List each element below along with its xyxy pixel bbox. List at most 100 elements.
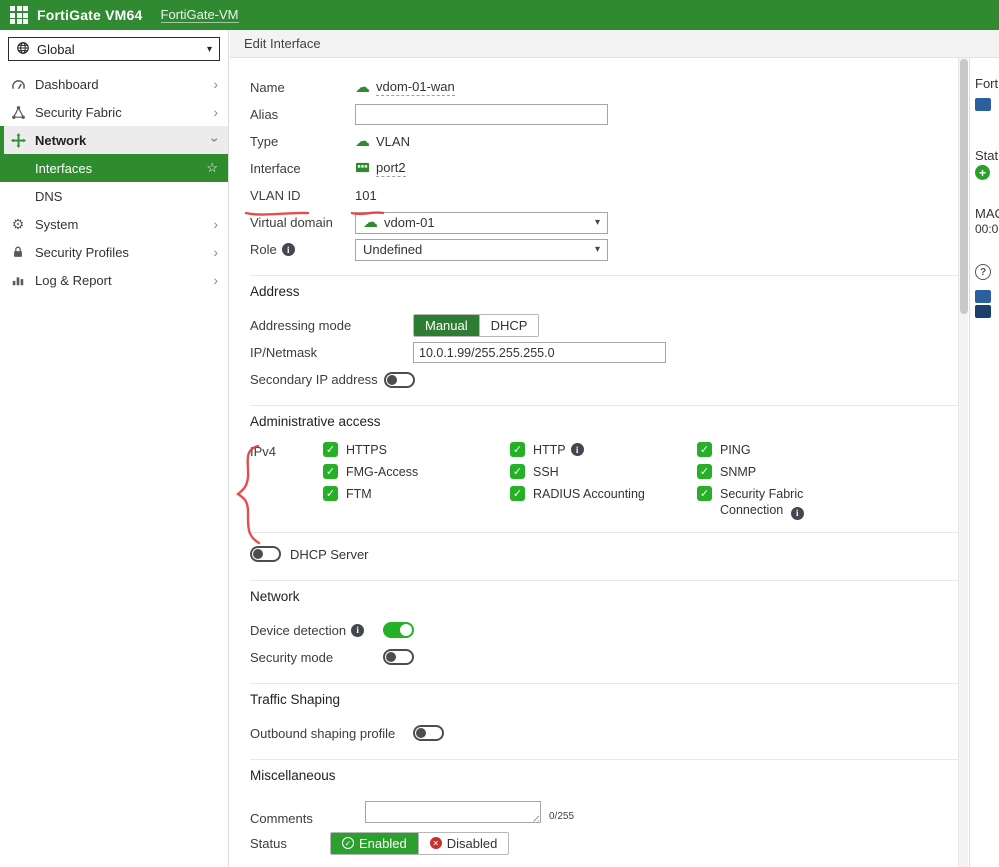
- admin-access-option-ftm[interactable]: ✓ FTM: [323, 486, 510, 502]
- interface-label: Interface: [250, 161, 355, 176]
- comments-counter: 0/255: [549, 811, 574, 826]
- vlan-id-row: VLAN ID 101: [250, 182, 958, 209]
- device-detection-toggle[interactable]: [383, 622, 414, 638]
- comments-label: Comments: [250, 811, 365, 826]
- name-label: Name: [250, 80, 355, 95]
- chevron-right-icon: ›: [213, 105, 218, 119]
- admin-access-option-ssh[interactable]: ✓ SSH: [510, 464, 697, 480]
- name-value[interactable]: vdom-01-wan: [376, 79, 455, 96]
- sidebar-item-interfaces[interactable]: Interfaces ☆: [0, 154, 228, 182]
- globe-icon: [16, 41, 30, 58]
- vlan-id-label: VLAN ID: [250, 188, 355, 203]
- ip-netmask-label: IP/Netmask: [250, 345, 413, 360]
- sidebar-item-dashboard[interactable]: Dashboard ›: [0, 70, 228, 98]
- option-label: FTM: [346, 486, 372, 502]
- ipv4-label: IPv4: [250, 442, 323, 520]
- admin-access-section: Administrative access IPv4 ✓ HTTPS ✓ HTT…: [250, 405, 958, 520]
- admin-access-option-snmp[interactable]: ✓ SNMP: [697, 464, 907, 480]
- admin-access-grid: ✓ HTTPS ✓ HTTP i ✓ PING ✓ FMG-Access: [323, 442, 907, 520]
- gear-icon: ⚙: [10, 217, 26, 231]
- address-section: Address Addressing mode Manual DHCP IP/N…: [250, 275, 958, 393]
- vdom-selector-label: Global: [37, 42, 75, 57]
- favorite-star-icon[interactable]: ☆: [206, 160, 218, 176]
- type-label: Type: [250, 134, 355, 149]
- status-segmented: ✓ Enabled ✕ Disabled: [330, 832, 509, 855]
- device-hostname-link[interactable]: FortiGate-VM: [161, 7, 239, 23]
- admin-access-option-security-fabric-connection[interactable]: ✓ Security Fabric Connection i: [697, 486, 907, 520]
- virtual-domain-label: Virtual domain: [250, 215, 355, 230]
- sidebar-item-log-report[interactable]: Log & Report ›: [0, 266, 228, 294]
- secondary-ip-label: Secondary IP address: [250, 372, 384, 387]
- chevron-right-icon: ›: [213, 217, 218, 231]
- fortinet-logo-icon: [10, 6, 28, 24]
- option-label: SNMP: [720, 464, 756, 480]
- alias-row: Alias: [250, 101, 958, 128]
- sidebar-item-security-profiles[interactable]: Security Profiles ›: [0, 238, 228, 266]
- vlan-id-value[interactable]: 101: [355, 188, 377, 203]
- checkbox-checked-icon[interactable]: ✓: [697, 464, 712, 479]
- option-label: RADIUS Accounting: [533, 486, 645, 502]
- fortitelemetry-icon: [975, 98, 991, 111]
- top-bar: FortiGate VM64 FortiGate-VM: [0, 0, 999, 30]
- role-select[interactable]: Undefined ▾: [355, 239, 608, 261]
- admin-access-option-fmg-access[interactable]: ✓ FMG-Access: [323, 464, 510, 480]
- secondary-ip-row: Secondary IP address: [250, 366, 958, 393]
- admin-access-option-http[interactable]: ✓ HTTP i: [510, 442, 697, 458]
- checkbox-checked-icon[interactable]: ✓: [323, 486, 338, 501]
- info-icon[interactable]: i: [571, 443, 584, 456]
- chevron-right-icon: ›: [213, 245, 218, 259]
- sidebar-item-label: Network: [35, 133, 86, 148]
- admin-access-option-ping[interactable]: ✓ PING: [697, 442, 907, 458]
- option-label: HTTPS: [346, 442, 387, 458]
- admin-access-option-radius-accounting[interactable]: ✓ RADIUS Accounting: [510, 486, 697, 502]
- checkbox-checked-icon[interactable]: ✓: [697, 442, 712, 457]
- sidebar-item-label: Security Fabric: [35, 105, 122, 120]
- checkbox-checked-icon[interactable]: ✓: [323, 442, 338, 457]
- info-icon[interactable]: i: [351, 624, 364, 637]
- addressing-mode-segmented: Manual DHCP: [413, 314, 539, 337]
- virtual-domain-select[interactable]: ☁ vdom-01 ▾: [355, 212, 608, 234]
- addressing-mode-manual-button[interactable]: Manual: [414, 315, 479, 336]
- addressing-mode-dhcp-button[interactable]: DHCP: [479, 315, 539, 336]
- vlan-cloud-icon: ☁: [355, 80, 370, 95]
- vdom-selector[interactable]: Global ▾: [8, 37, 220, 61]
- sidebar-item-label: Security Profiles: [35, 245, 129, 260]
- option-label: FMG-Access: [346, 464, 418, 480]
- security-fabric-icon: [10, 105, 26, 120]
- sidebar-item-security-fabric[interactable]: Security Fabric ›: [0, 98, 228, 126]
- status-label: Status: [250, 836, 330, 851]
- checkbox-checked-icon[interactable]: ✓: [697, 486, 712, 501]
- vertical-scrollbar[interactable]: [958, 58, 968, 867]
- status-enabled-button[interactable]: ✓ Enabled: [331, 833, 418, 854]
- interface-value[interactable]: port2: [376, 160, 406, 177]
- dhcp-server-toggle[interactable]: [250, 546, 281, 562]
- checkbox-checked-icon[interactable]: ✓: [323, 464, 338, 479]
- sidebar-item-dns[interactable]: DNS: [0, 182, 228, 210]
- port-icon: [355, 161, 370, 177]
- admin-access-option-https[interactable]: ✓ HTTPS: [323, 442, 510, 458]
- virtual-domain-row: Virtual domain ☁ vdom-01 ▾: [250, 209, 958, 236]
- outbound-shaping-toggle[interactable]: [413, 725, 444, 741]
- info-icon[interactable]: i: [282, 243, 295, 256]
- scrollbar-thumb[interactable]: [960, 59, 968, 314]
- role-row: Role i Undefined ▾: [250, 236, 958, 263]
- checkbox-checked-icon[interactable]: ✓: [510, 442, 525, 457]
- addressing-mode-row: Addressing mode Manual DHCP: [250, 312, 958, 339]
- sidebar-item-network[interactable]: Network ›: [0, 126, 228, 154]
- alias-input[interactable]: [355, 104, 608, 125]
- product-title: FortiGate VM64: [37, 7, 143, 23]
- security-mode-toggle[interactable]: [383, 649, 414, 665]
- sidebar-item-label: Log & Report: [35, 273, 112, 288]
- dhcp-server-row: DHCP Server: [250, 541, 958, 568]
- checkbox-checked-icon[interactable]: ✓: [510, 486, 525, 501]
- secondary-ip-toggle[interactable]: [384, 372, 415, 388]
- ip-netmask-input[interactable]: [413, 342, 666, 363]
- alias-label: Alias: [250, 107, 355, 122]
- checkbox-checked-icon[interactable]: ✓: [510, 464, 525, 479]
- sidebar-item-system[interactable]: ⚙ System ›: [0, 210, 228, 238]
- status-disabled-button[interactable]: ✕ Disabled: [418, 833, 509, 854]
- comments-textarea[interactable]: [365, 801, 541, 823]
- right-panel-mac-value: 00:0: [975, 222, 998, 236]
- info-icon[interactable]: i: [791, 507, 804, 520]
- help-icon[interactable]: ?: [975, 264, 991, 280]
